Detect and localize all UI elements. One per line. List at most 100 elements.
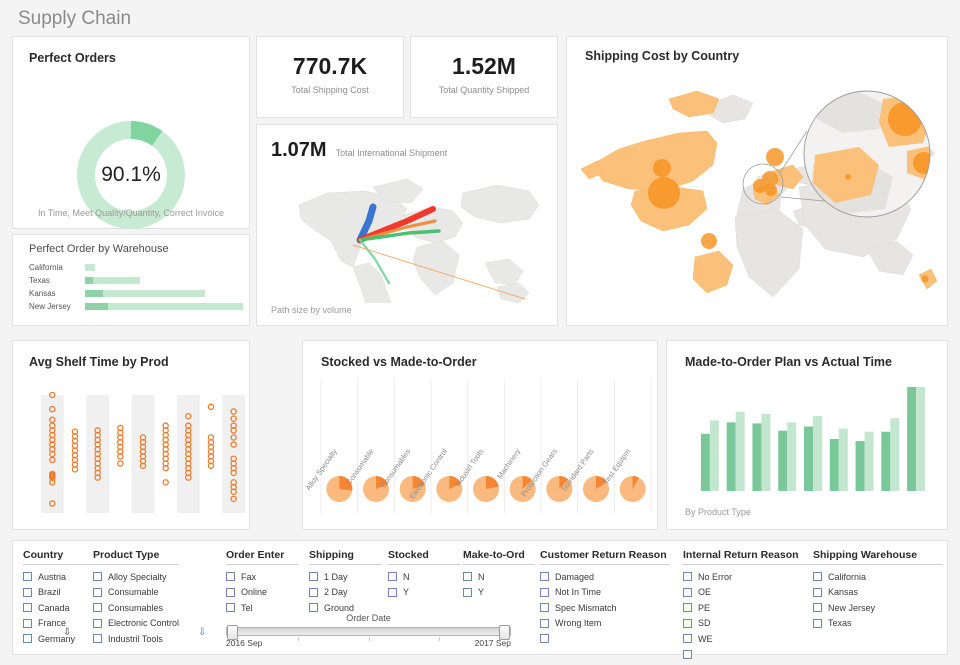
filter-column: Shipping 1 Day 2 Day Ground (309, 549, 381, 616)
checkbox[interactable] (309, 572, 318, 582)
checkbox[interactable] (23, 587, 32, 597)
filter-item-blank[interactable] (540, 631, 670, 647)
filter-item[interactable]: OE (683, 585, 813, 601)
checkbox[interactable] (226, 603, 235, 613)
filter-item-label: Consumables (108, 602, 164, 613)
filter-item[interactable]: Brazil (23, 585, 95, 601)
checkbox[interactable] (683, 603, 692, 613)
pie-category-label: Machinery (495, 447, 522, 481)
filter-item-label: No Error (698, 571, 733, 582)
shipping-cost-map-svg[interactable] (567, 69, 949, 324)
stocked-vs-made-to-order-chart[interactable]: Alloy Specialty Consumable ConsumablesElec… (303, 377, 659, 527)
checkbox[interactable] (540, 587, 549, 597)
order-date-handle-start[interactable] (227, 625, 238, 640)
filter-item-label: New Jersey (828, 602, 876, 613)
checkbox[interactable] (683, 618, 692, 628)
filter-item[interactable]: 2 Day (309, 585, 381, 601)
filter-item[interactable]: Y (463, 585, 535, 601)
filter-item-label: France (38, 618, 67, 629)
filter-item[interactable]: N (463, 569, 535, 585)
flow-map-svg[interactable] (257, 163, 559, 303)
filter-item[interactable]: N (388, 569, 460, 585)
order-date-slider[interactable]: Order Date 2016 Sep 2017 Sep (226, 613, 511, 648)
checkbox[interactable] (23, 634, 32, 644)
checkbox[interactable] (683, 649, 692, 659)
filter-item[interactable]: Alloy Specialty (93, 569, 179, 585)
filter-item[interactable]: Y (388, 585, 460, 601)
checkbox[interactable] (540, 634, 549, 644)
filter-item-label: Consumable (108, 587, 159, 598)
warehouse-bar[interactable] (85, 303, 243, 310)
filter-item[interactable]: New Jersey (813, 600, 943, 616)
filter-item[interactable]: Fax (226, 569, 298, 585)
checkbox[interactable] (813, 618, 822, 628)
product-type-scroll-down-icon[interactable]: ⇩ (198, 627, 206, 638)
checkbox[interactable] (23, 618, 32, 628)
checkbox[interactable] (226, 572, 235, 582)
filter-item[interactable]: Germany (23, 631, 95, 647)
kpi-value: 1.52M (452, 53, 516, 79)
filter-item[interactable]: Spec Mismatch (540, 600, 670, 616)
kpi-label: Total Shipping Cost (291, 85, 369, 95)
filter-item[interactable]: Canada (23, 600, 95, 616)
filter-item-label: Tel (241, 602, 253, 613)
checkbox[interactable] (463, 587, 472, 597)
filter-item[interactable]: Texas (813, 616, 943, 632)
filter-item[interactable]: California (813, 569, 943, 585)
filter-item[interactable]: Not In Time (540, 585, 670, 601)
warehouse-bar[interactable] (85, 290, 205, 297)
filter-item[interactable]: Online (226, 585, 298, 601)
filter-item-label: Online (241, 587, 268, 598)
filter-item[interactable]: Consumable (93, 585, 179, 601)
checkbox[interactable] (309, 603, 318, 613)
checkbox[interactable] (23, 603, 32, 613)
filter-item[interactable]: 1 Day (309, 569, 381, 585)
checkbox[interactable] (540, 603, 549, 613)
filter-item[interactable]: Damaged (540, 569, 670, 585)
checkbox[interactable] (388, 572, 397, 582)
checkbox[interactable] (388, 587, 397, 597)
filter-header: Shipping Warehouse (813, 549, 943, 565)
order-date-handle-end[interactable] (499, 625, 510, 640)
filter-item[interactable]: Industril Tools (93, 631, 179, 647)
filter-item[interactable]: Austria (23, 569, 95, 585)
checkbox[interactable] (813, 587, 822, 597)
checkbox[interactable] (309, 587, 318, 597)
checkbox[interactable] (93, 603, 102, 613)
filter-item[interactable]: Wrong Item (540, 616, 670, 632)
checkbox[interactable] (813, 603, 822, 613)
filter-item-label: SD (698, 618, 711, 629)
checkbox[interactable] (93, 634, 102, 644)
checkbox[interactable] (683, 587, 692, 597)
warehouse-title: Perfect Order by Warehouse (29, 243, 169, 255)
checkbox[interactable] (540, 572, 549, 582)
checkbox[interactable] (683, 634, 692, 644)
avg-shelf-time-scatter[interactable] (13, 389, 251, 519)
checkbox[interactable] (683, 572, 692, 582)
checkbox[interactable] (93, 572, 102, 582)
checkbox[interactable] (540, 618, 549, 628)
checkbox[interactable] (93, 618, 102, 628)
made-to-order-plan-vs-actual-panel: Made-to-Order Plan vs Actual Time By Pro… (666, 340, 948, 530)
warehouse-bar[interactable] (85, 277, 140, 284)
checkbox[interactable] (463, 572, 472, 582)
checkbox[interactable] (813, 572, 822, 582)
made-to-order-bar-chart[interactable] (667, 381, 949, 509)
checkbox[interactable] (23, 572, 32, 582)
filter-item[interactable]: Consumables (93, 600, 179, 616)
filter-item[interactable]: No Error (683, 569, 813, 585)
filter-item[interactable]: SD (683, 616, 813, 632)
filter-item[interactable]: Kansas (813, 585, 943, 601)
filter-item[interactable]: France (23, 616, 95, 632)
kpi-total-shipping-cost: 770.7K Total Shipping Cost (256, 36, 404, 118)
filter-item[interactable]: PE (683, 600, 813, 616)
checkbox[interactable] (226, 587, 235, 597)
filter-item-blank[interactable] (683, 647, 813, 663)
checkbox[interactable] (93, 587, 102, 597)
warehouse-bar[interactable] (85, 264, 95, 271)
filter-item[interactable]: Electronic Control (93, 616, 179, 632)
order-date-track[interactable] (226, 625, 511, 641)
filter-item-label: Alloy Specialty (108, 571, 167, 582)
stocked-vs-made-to-order-title: Stocked vs Made-to-Order (321, 355, 477, 369)
filter-item[interactable]: WE (683, 631, 813, 647)
